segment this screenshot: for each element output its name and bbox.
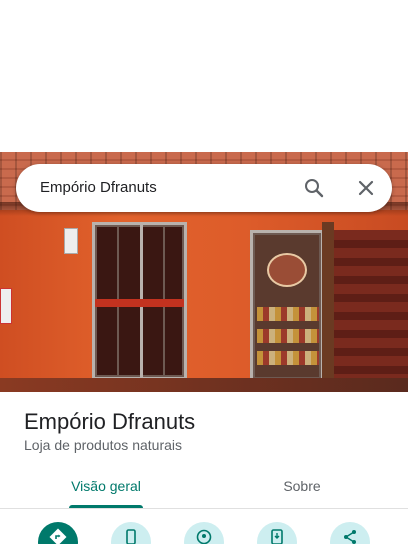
share-icon (344, 530, 356, 544)
divider (0, 508, 408, 509)
nearby-button[interactable] (184, 522, 224, 544)
nearby-icon (196, 529, 212, 544)
wooden-post (322, 222, 334, 388)
phone-icon (126, 529, 136, 544)
search-input[interactable]: Empório Dfranuts (40, 179, 157, 196)
place-title: Empório Dfranuts (24, 409, 196, 434)
search-icon[interactable] (302, 176, 326, 200)
directions-icon (49, 528, 67, 544)
close-icon[interactable] (354, 176, 378, 200)
side-wall (334, 230, 408, 384)
glass-door-left (92, 222, 187, 380)
tab-bar: Visão geral Sobre (0, 466, 408, 510)
share-button[interactable] (330, 522, 370, 544)
wall-sign (64, 228, 78, 254)
tab-overview[interactable]: Visão geral (48, 466, 164, 506)
send-to-phone-button[interactable] (257, 522, 297, 544)
save-to-phone-icon (271, 529, 283, 544)
directions-button[interactable] (38, 522, 78, 544)
glass-door-right (250, 230, 324, 382)
search-bar[interactable]: Empório Dfranuts (16, 164, 392, 212)
place-category[interactable]: Loja de produtos naturais (24, 437, 182, 453)
call-button[interactable] (111, 522, 151, 544)
wall-sign-left (0, 288, 12, 324)
place-page: Empório Dfranuts Empório Dfranuts Loja d… (0, 0, 408, 544)
tab-about[interactable]: Sobre (244, 466, 360, 506)
